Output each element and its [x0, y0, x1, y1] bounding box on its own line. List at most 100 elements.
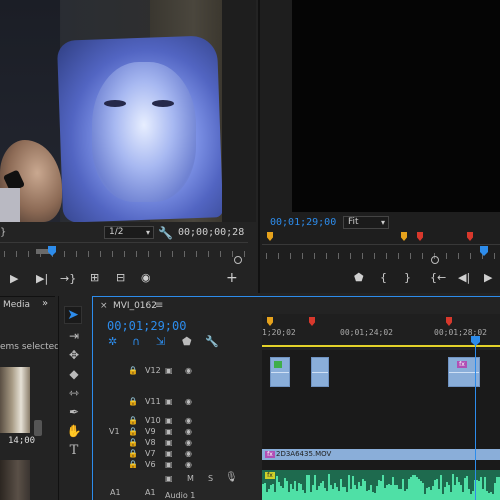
- panel-overflow-icon[interactable]: »: [42, 298, 48, 309]
- timeline-settings-wrench-icon[interactable]: 🔧: [205, 335, 219, 348]
- program-mark-in-icon[interactable]: {: [380, 271, 387, 284]
- hand-tool-icon[interactable]: ✋: [66, 424, 82, 438]
- track-select-tool-icon[interactable]: ⇥: [66, 329, 82, 343]
- program-play-icon[interactable]: ▶: [484, 271, 492, 284]
- ruler-tick: [172, 251, 173, 257]
- timeline-sequence-tab[interactable]: MVI_0162: [113, 301, 157, 311]
- eye-icon[interactable]: ◉: [185, 416, 192, 425]
- source-patch-v1[interactable]: V1: [109, 427, 120, 436]
- ruler-tick: [4, 251, 5, 257]
- timeline-close-icon[interactable]: ×: [100, 301, 108, 311]
- ruler-label: 1;20;02: [262, 328, 296, 337]
- source-play-icon[interactable]: ▶: [10, 272, 18, 285]
- source-go-to-out-icon[interactable]: →}: [60, 272, 76, 285]
- sync-lock-icon[interactable]: ▣: [165, 438, 173, 447]
- work-area-bar[interactable]: [262, 345, 500, 347]
- lock-icon[interactable]: 🔒: [128, 427, 138, 436]
- eye-icon[interactable]: ◉: [185, 397, 192, 406]
- lock-icon[interactable]: 🔒: [128, 460, 138, 468]
- sync-lock-icon[interactable]: ▣: [165, 474, 173, 483]
- items-selected-label: ems selected: [0, 342, 60, 352]
- a1-audio-clip[interactable]: [262, 470, 500, 500]
- lock-icon[interactable]: 🔒: [128, 397, 138, 406]
- pen-tool-icon[interactable]: ✒: [66, 405, 82, 419]
- razor-tool-icon[interactable]: ◆: [66, 367, 82, 381]
- source-export-frame-icon[interactable]: ◉: [141, 271, 151, 284]
- track-name: V12: [145, 366, 161, 375]
- program-video-frame[interactable]: [292, 0, 500, 212]
- ruler-tick: [386, 253, 387, 259]
- linked-selection-icon[interactable]: ⇲: [156, 335, 165, 348]
- ruler-tick: [398, 253, 399, 259]
- source-overwrite-icon[interactable]: ⊟: [116, 271, 125, 284]
- ripple-edit-tool-icon[interactable]: ✥: [66, 348, 82, 362]
- program-mark-out-icon[interactable]: }: [404, 271, 411, 284]
- sync-lock-icon[interactable]: ▣: [165, 397, 173, 406]
- media-thumbnail[interactable]: [0, 460, 30, 500]
- solo-button[interactable]: S: [208, 474, 213, 483]
- media-browser-tab[interactable]: Media: [3, 300, 30, 310]
- program-step-back-icon[interactable]: ◀|: [458, 271, 470, 284]
- source-insert-icon[interactable]: ⊞: [90, 271, 99, 284]
- ruler-tick: [326, 253, 327, 259]
- eye-icon[interactable]: ◉: [185, 438, 192, 447]
- timeline-clip[interactable]: [270, 357, 290, 387]
- premiere-workspace: } 1/2 🔧 00;00;00;28 ▶ ▶| →} ⊞ ⊟ ◉ + 00;0…: [0, 0, 500, 500]
- lock-icon[interactable]: 🔒: [128, 438, 138, 447]
- type-tool-icon[interactable]: T: [66, 443, 82, 458]
- ruler-tick: [136, 251, 137, 257]
- eye-icon[interactable]: ◉: [185, 427, 192, 436]
- add-marker-icon[interactable]: ⬟: [182, 335, 192, 348]
- sync-lock-icon[interactable]: ▣: [165, 449, 173, 458]
- source-scroll-end-handle[interactable]: [234, 256, 242, 264]
- program-fit-select[interactable]: Fit: [343, 216, 389, 229]
- mute-button[interactable]: M: [187, 474, 194, 483]
- timeline-clip[interactable]: [311, 357, 329, 387]
- sync-lock-icon[interactable]: ▣: [165, 366, 173, 375]
- source-patch-a1[interactable]: A1: [110, 488, 121, 497]
- fx-badge: fx: [265, 472, 275, 479]
- program-go-to-in-icon[interactable]: {←: [430, 271, 446, 284]
- sync-lock-icon[interactable]: ▣: [165, 427, 173, 436]
- eye-icon[interactable]: ◉: [185, 460, 192, 468]
- slip-tool-icon[interactable]: ⇿: [66, 386, 82, 400]
- source-in-bracket: }: [0, 227, 7, 238]
- sync-lock-icon[interactable]: ▣: [165, 416, 173, 425]
- program-timecode[interactable]: 00;01;29;00: [270, 217, 336, 228]
- program-add-marker-icon[interactable]: ⬟: [354, 271, 364, 284]
- eye-icon[interactable]: ◉: [185, 449, 192, 458]
- source-settings-wrench-icon[interactable]: 🔧: [158, 226, 173, 240]
- ruler-tick: [458, 253, 459, 259]
- sync-lock-icon[interactable]: ▣: [165, 460, 173, 468]
- selection-tool-icon[interactable]: ➤: [64, 306, 82, 324]
- ruler-tick: [160, 251, 161, 257]
- microphone-icon[interactable]: 🎙: [225, 472, 238, 483]
- source-video-frame[interactable]: [0, 0, 222, 222]
- timeline-timecode[interactable]: 00;01;29;00: [107, 319, 186, 333]
- nest-toggle-icon[interactable]: ✲: [108, 335, 117, 348]
- ruler-tick: [350, 253, 351, 259]
- lock-icon[interactable]: 🔒: [128, 449, 138, 458]
- source-add-button-icon[interactable]: +: [226, 270, 238, 286]
- fx-badge: fx: [457, 361, 467, 368]
- ruler-tick: [220, 251, 221, 257]
- program-scroll-handle[interactable]: [431, 256, 439, 264]
- lock-icon[interactable]: 🔒: [128, 366, 138, 375]
- source-step-forward-icon[interactable]: ▶|: [36, 272, 48, 285]
- snap-icon[interactable]: ∩: [132, 335, 140, 348]
- ruler-tick: [266, 253, 267, 259]
- thumbnail-scrollbar[interactable]: [34, 420, 42, 436]
- source-timecode: 00;00;00;28: [178, 227, 245, 238]
- v1-video-clip[interactable]: 2D3A6435.MOV: [262, 449, 500, 460]
- program-time-ruler[interactable]: [262, 244, 500, 260]
- media-thumbnail[interactable]: [0, 367, 30, 433]
- ruler-tick: [124, 251, 125, 257]
- source-zoom-select[interactable]: 1/2: [104, 226, 154, 239]
- timeline-menu-icon[interactable]: ≡: [155, 300, 163, 311]
- ruler-tick: [244, 251, 245, 257]
- eye-icon[interactable]: ◉: [185, 366, 192, 375]
- ruler-tick: [494, 253, 495, 259]
- lock-icon[interactable]: 🔒: [128, 416, 138, 425]
- ruler-tick: [16, 251, 17, 257]
- ruler-tick: [196, 251, 197, 257]
